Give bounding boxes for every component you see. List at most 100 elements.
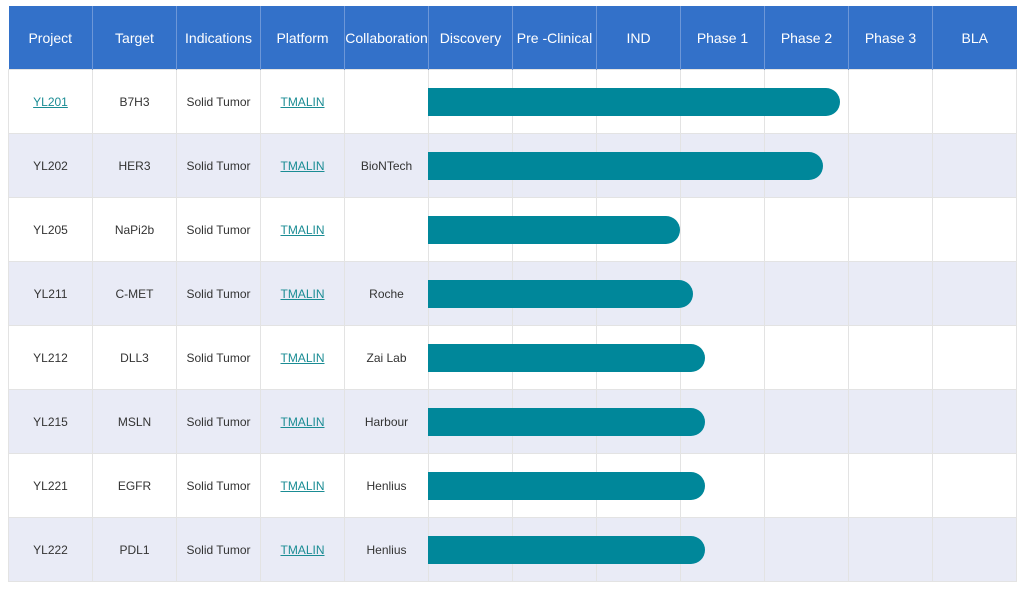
target-text: MSLN (117, 414, 152, 429)
stage-cell (848, 453, 933, 518)
collaboration-cell: Harbour (344, 389, 429, 454)
header-phase-1: Phase 1 (680, 6, 765, 70)
stage-cell (932, 325, 1017, 390)
header-bla: BLA (932, 6, 1017, 70)
collaboration-cell: Roche (344, 261, 429, 326)
pipeline-body: YL201 B7H3 Solid Tumor TMALIN YL202 HER3 Solid… (8, 69, 1017, 582)
platform-link[interactable]: TMALIN (280, 95, 324, 109)
collaboration-text: Roche (369, 286, 404, 301)
header-target: Target (92, 6, 177, 70)
stage-cell (512, 325, 597, 390)
target-text: DLL3 (120, 350, 149, 365)
collaboration-text: BioNTech (360, 158, 413, 173)
header-project: Project (8, 6, 93, 70)
stage-cell (512, 453, 597, 518)
table-row: YL211 C-MET Solid Tumor TMALIN Roche (8, 261, 1017, 326)
target-text: EGFR (117, 478, 152, 493)
table-row: YL212 DLL3 Solid Tumor TMALIN Zai Lab (8, 325, 1017, 390)
project-link[interactable]: YL201 (33, 95, 68, 109)
platform-link[interactable]: TMALIN (280, 223, 324, 237)
header-indications: Indications (176, 6, 261, 70)
stage-cell (428, 69, 513, 134)
stage-cell (932, 453, 1017, 518)
stage-cell (512, 389, 597, 454)
stage-cell (596, 133, 681, 198)
indication-cell: Solid Tumor (176, 325, 261, 390)
stage-cell (512, 261, 597, 326)
stage-cell (596, 69, 681, 134)
stage-cell (764, 197, 849, 262)
stage-cell (932, 69, 1017, 134)
target-cell: MSLN (92, 389, 177, 454)
stage-cell (512, 133, 597, 198)
project-cell: YL205 (8, 197, 93, 262)
stage-cell (680, 453, 765, 518)
platform-link[interactable]: TMALIN (280, 543, 324, 557)
project-cell: YL215 (8, 389, 93, 454)
indication-cell: Solid Tumor (176, 453, 261, 518)
stage-cell (932, 261, 1017, 326)
indication-cell: Solid Tumor (176, 69, 261, 134)
stage-cell (848, 197, 933, 262)
pipeline-table: Project Target Indications Platform Coll… (8, 6, 1017, 582)
stage-cell (848, 517, 933, 582)
target-cell: NaPi2b (92, 197, 177, 262)
platform-link[interactable]: TMALIN (280, 351, 324, 365)
platform-link[interactable]: TMALIN (280, 159, 324, 173)
collaboration-text: Zai Lab (366, 350, 407, 365)
project-text: YL222 (33, 542, 68, 557)
stage-cell (680, 197, 765, 262)
stage-cell (596, 261, 681, 326)
header-phase-3: Phase 3 (848, 6, 933, 70)
stage-cell (848, 261, 933, 326)
indication-text: Solid Tumor (186, 414, 251, 429)
collaboration-text: Henlius (366, 542, 407, 557)
stage-cell (932, 197, 1017, 262)
project-text: YL211 (33, 286, 68, 301)
target-text: B7H3 (119, 94, 150, 109)
indication-text: Solid Tumor (186, 478, 251, 493)
platform-link[interactable]: TMALIN (280, 287, 324, 301)
stage-cell (932, 389, 1017, 454)
target-cell: B7H3 (92, 69, 177, 134)
project-text: YL205 (33, 222, 68, 237)
platform-cell: TMALIN (260, 453, 345, 518)
table-row: YL221 EGFR Solid Tumor TMALIN Henlius (8, 453, 1017, 518)
platform-link[interactable]: TMALIN (280, 479, 324, 493)
header-platform: Platform (260, 6, 345, 70)
stage-cell (428, 197, 513, 262)
indication-cell: Solid Tumor (176, 389, 261, 454)
platform-cell: TMALIN (260, 69, 345, 134)
stage-cell (764, 133, 849, 198)
platform-cell: TMALIN (260, 517, 345, 582)
stage-cell (680, 517, 765, 582)
indication-cell: Solid Tumor (176, 197, 261, 262)
stage-cell (932, 133, 1017, 198)
platform-cell: TMALIN (260, 389, 345, 454)
stage-cell (428, 517, 513, 582)
project-text: YL212 (33, 350, 68, 365)
project-cell: YL202 (8, 133, 93, 198)
stage-cell (932, 517, 1017, 582)
stage-cell (512, 517, 597, 582)
collaboration-cell: BioNTech (344, 133, 429, 198)
stage-cell (512, 197, 597, 262)
indication-cell: Solid Tumor (176, 133, 261, 198)
target-text: HER3 (118, 158, 151, 173)
stage-cell (848, 133, 933, 198)
stage-cell (596, 325, 681, 390)
platform-cell: TMALIN (260, 261, 345, 326)
indication-text: Solid Tumor (186, 222, 251, 237)
stage-cell (596, 517, 681, 582)
collaboration-cell: Henlius (344, 453, 429, 518)
indication-text: Solid Tumor (186, 94, 251, 109)
project-text: YL202 (33, 158, 68, 173)
platform-link[interactable]: TMALIN (280, 415, 324, 429)
collaboration-cell: Zai Lab (344, 325, 429, 390)
stage-cell (680, 325, 765, 390)
target-text: C-MET (115, 286, 154, 301)
stage-cell (428, 261, 513, 326)
target-cell: DLL3 (92, 325, 177, 390)
collaboration-text: Henlius (366, 478, 407, 493)
header-ind: IND (596, 6, 681, 70)
